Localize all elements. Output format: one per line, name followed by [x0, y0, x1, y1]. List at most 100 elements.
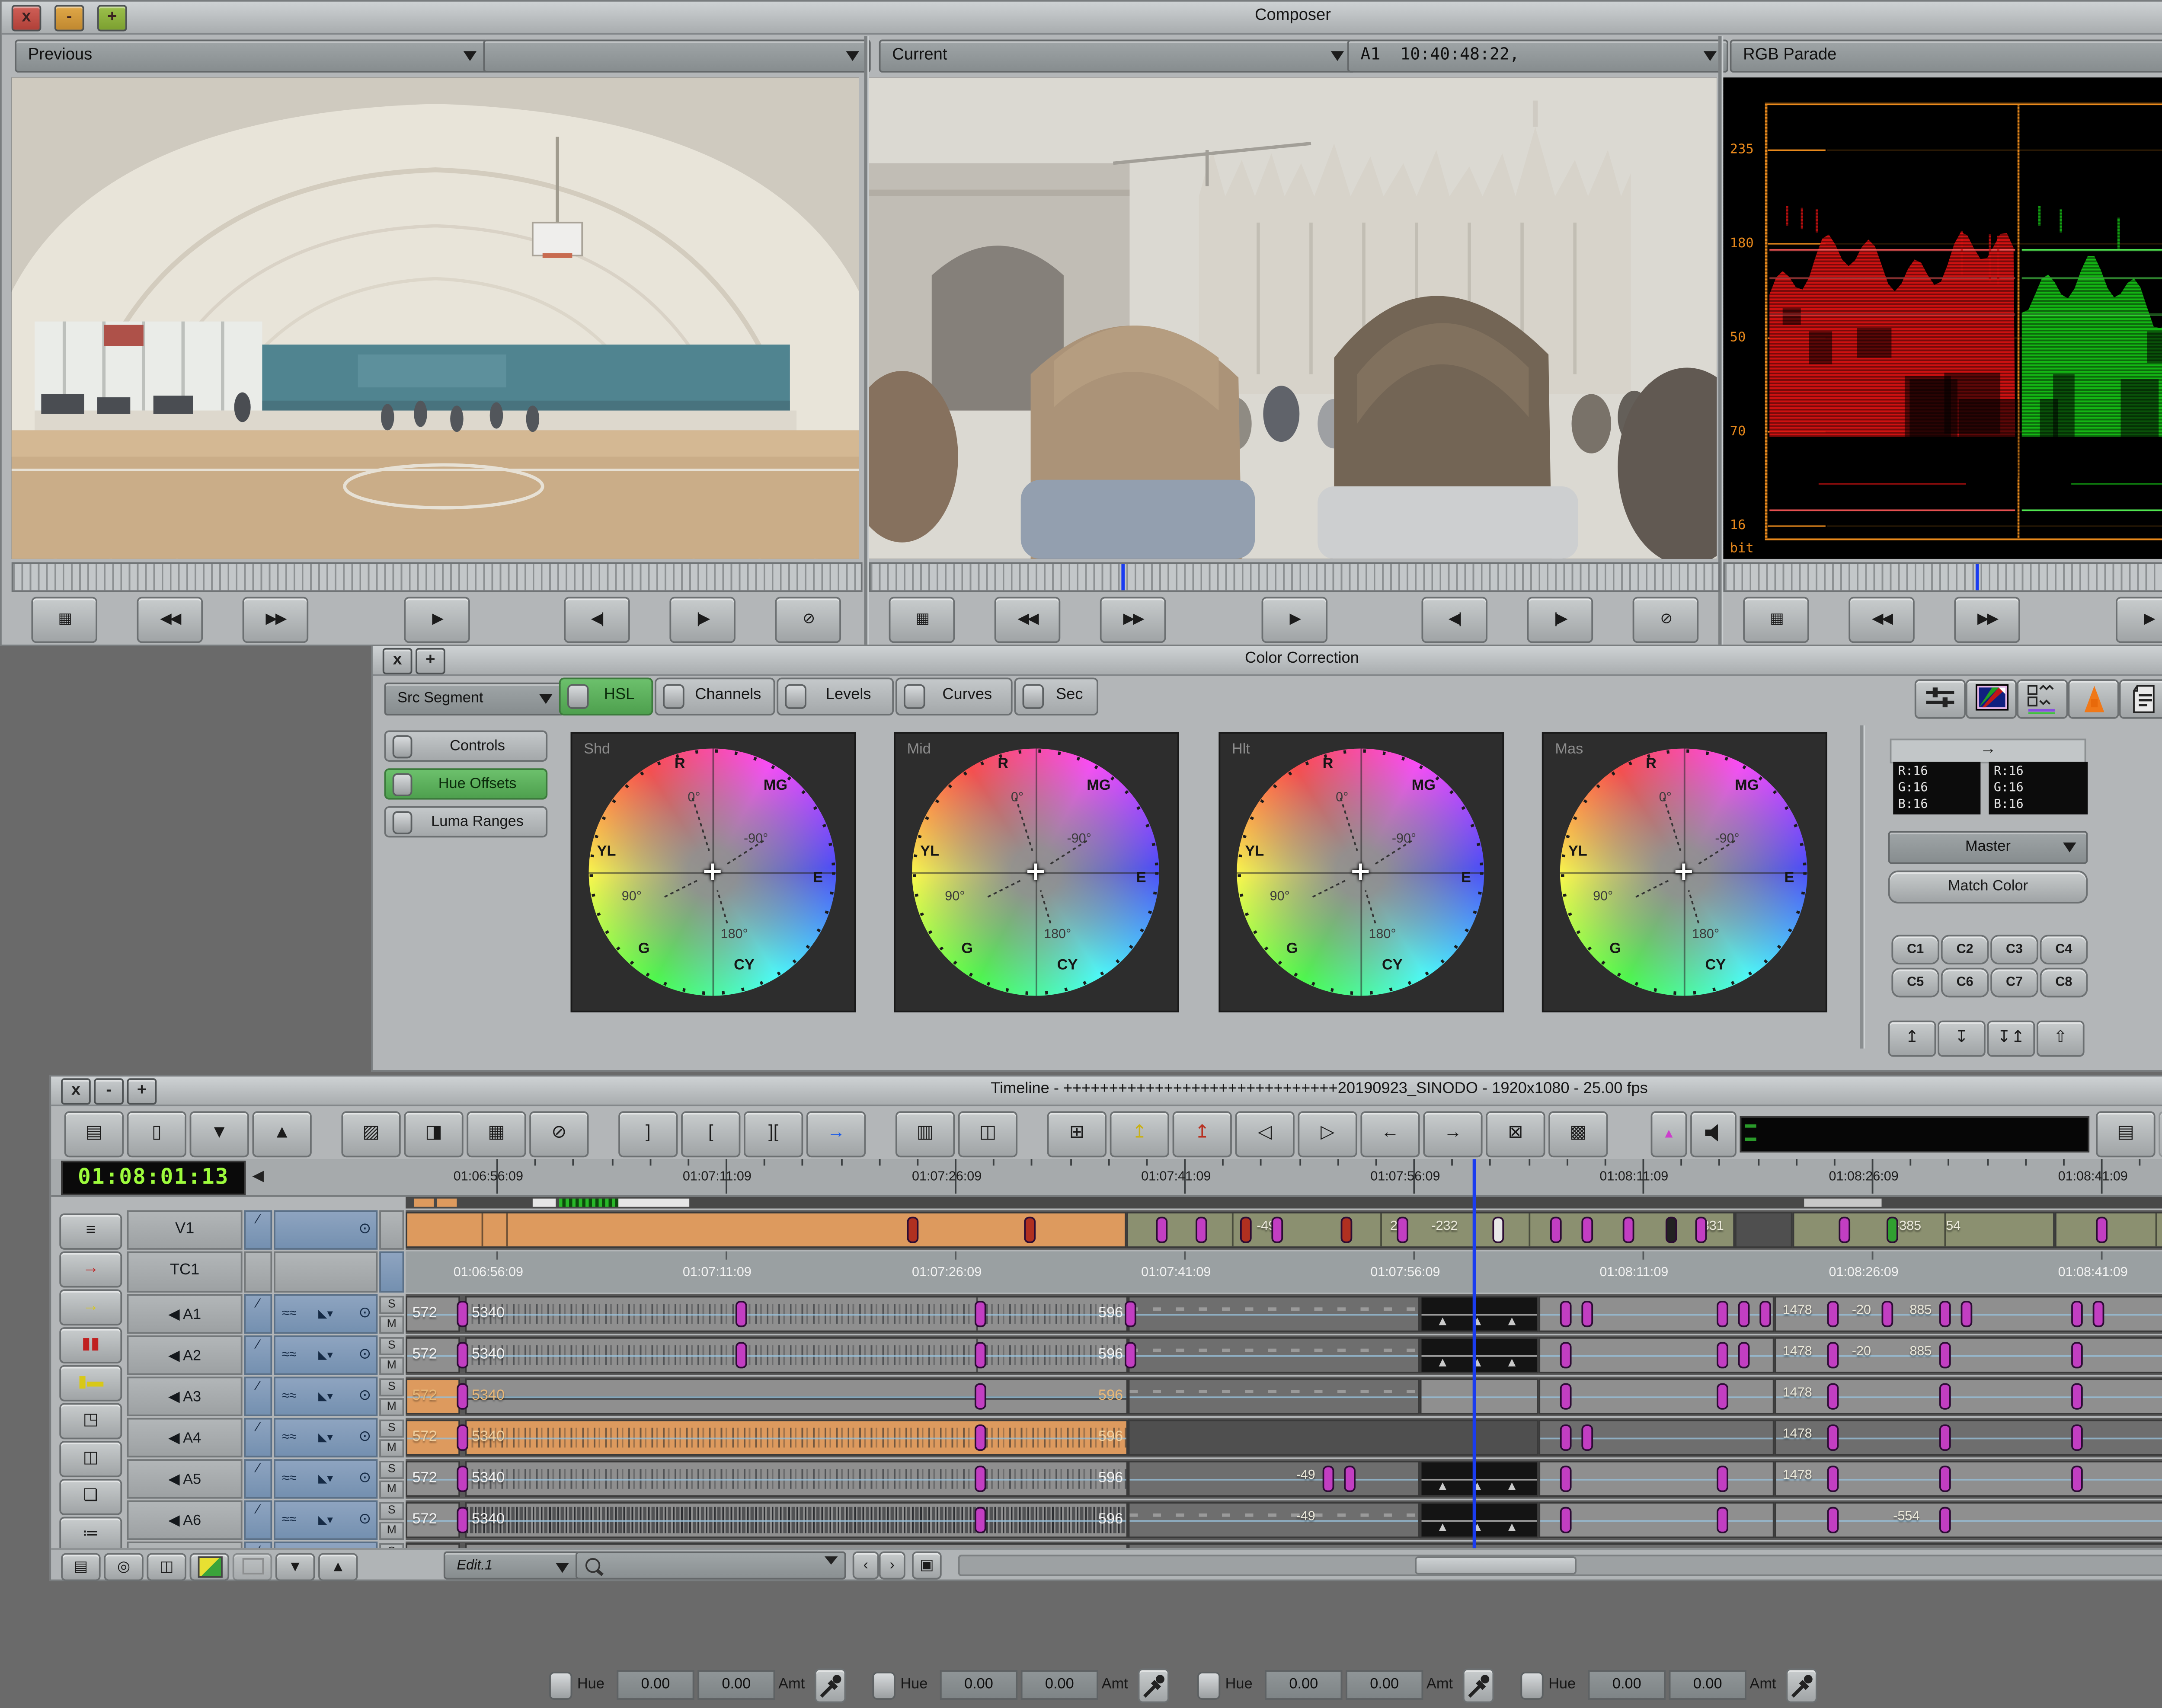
track-label-tc1[interactable]: TC1 [127, 1251, 243, 1293]
track-content-a2[interactable]: 5725340596▲▲▲▲▲▲1478-20885 [406, 1335, 2162, 1375]
clip-marker-icon[interactable] [1581, 1424, 1593, 1451]
clip-segment[interactable]: ▲▲▲ [1420, 1502, 1539, 1538]
clip-segment[interactable]: 5340596 [465, 1502, 1128, 1538]
mute-button[interactable]: M [379, 1522, 404, 1540]
timeline-toolbar-button[interactable]: ] [618, 1111, 678, 1157]
solo-button[interactable]: S [379, 1420, 404, 1438]
timeline-toolbar-button[interactable]: ↥ [1110, 1111, 1169, 1157]
correction-bucket-c3[interactable]: C3 [1990, 935, 2038, 964]
timeline-titlebar[interactable]: x - + Timeline - +++++++++++++++++++++++… [51, 1076, 2162, 1106]
clip-segment[interactable]: 5340596 [465, 1420, 1128, 1456]
clip-marker-icon[interactable] [457, 1424, 468, 1451]
automation-icon[interactable]: ◣▾ [318, 1513, 333, 1527]
record-icon[interactable]: ◎ [104, 1553, 144, 1581]
clip-marker-icon[interactable] [1939, 1424, 1951, 1451]
solo-button[interactable]: S [379, 1296, 404, 1314]
clip-segment[interactable]: ▲▲▲ [1420, 1461, 1539, 1497]
track-content-a1[interactable]: 5725340596▲▲▲▲▲▲1478-20885 [406, 1294, 2162, 1334]
group-button-hue-offsets[interactable]: Hue Offsets [384, 768, 548, 799]
timeline-toolbar-button[interactable]: ◨ [404, 1111, 463, 1157]
timeline-toolbar-button[interactable]: ▯ [127, 1111, 186, 1157]
clip-marker-icon[interactable] [1695, 1217, 1707, 1243]
current-timecode-menu[interactable]: A1 10:40:48:22, [1347, 40, 1728, 73]
track-tools-cell[interactable]: ≈≈◣▾⊙ [274, 1335, 377, 1375]
clip-segment[interactable] [1128, 1337, 1420, 1373]
wheel-center-crosshair[interactable]: + [1350, 855, 1372, 886]
timeline-view-menu[interactable]: Edit.1 [444, 1552, 581, 1580]
clip-marker-icon[interactable] [1939, 1383, 1951, 1410]
timeline-toolbar-button[interactable]: ▨ [341, 1111, 400, 1157]
clip-marker-icon[interactable] [1341, 1217, 1353, 1243]
solo-button[interactable]: S [379, 1461, 404, 1479]
track-pen-cell[interactable]: ∕ [244, 1210, 272, 1250]
clip-segment[interactable] [1128, 1378, 1420, 1414]
solo-button[interactable]: S [379, 1378, 404, 1396]
clip-segment[interactable] [1538, 1502, 1774, 1538]
clip-marker-icon[interactable] [2071, 1465, 2083, 1492]
clip-marker-icon[interactable] [1550, 1217, 1562, 1243]
wheel-center-crosshair[interactable]: + [701, 855, 723, 886]
tab-enable-checkbox[interactable] [663, 684, 684, 709]
timeline-toolbar-button[interactable]: → [806, 1111, 866, 1157]
clip-marker-icon[interactable] [1827, 1301, 1839, 1327]
track-label-a7[interactable]: ◀ A7 [127, 1542, 243, 1548]
clip-marker-icon[interactable] [736, 1342, 747, 1368]
timeline-toolbar-button[interactable]: ▲ [1651, 1111, 1687, 1157]
correction-bucket-c1[interactable]: C1 [1891, 935, 1939, 964]
transport-stop-button[interactable]: ⊘ [1633, 597, 1699, 643]
correction-bucket-c2[interactable]: C2 [1941, 935, 1989, 964]
track-label-a5[interactable]: ◀ A5 [127, 1459, 243, 1499]
transport-rewind-button[interactable]: ◀◀ [1849, 597, 1915, 643]
track-tools-cell[interactable]: ≈≈◣▾⊙ [274, 1459, 377, 1499]
clip-marker-icon[interactable] [975, 1383, 986, 1410]
clip-marker-icon[interactable] [1939, 1465, 1951, 1492]
tab-channels[interactable]: Channels [655, 677, 775, 715]
sidebar-tool-2[interactable]: → [59, 1289, 122, 1325]
clip-marker-icon[interactable] [1717, 1342, 1728, 1368]
clip-marker-icon[interactable] [975, 1465, 986, 1492]
hue-wheel-circle[interactable]: R0°MG-90°E180°CYG90°YL+ [1560, 748, 1807, 996]
clip-marker-icon[interactable] [1887, 1217, 1898, 1243]
correction-notes-icon[interactable] [2119, 679, 2162, 719]
eyedropper-icon[interactable] [1786, 1669, 1817, 1703]
track-tools-cell[interactable] [274, 1251, 377, 1293]
timeline-toolbar-button[interactable]: ▢ [2159, 1111, 2162, 1157]
hue-wheel-circle[interactable]: R0°MG-90°E180°CYG90°YL+ [589, 748, 836, 996]
previous-monitor-menu2[interactable] [483, 40, 870, 73]
clip-marker-icon[interactable] [1882, 1301, 1893, 1327]
scope-position-bar[interactable] [1723, 562, 2162, 592]
track-content-tc1[interactable]: 01:06:56:0901:07:11:0901:07:26:0901:07:4… [406, 1251, 2162, 1293]
waveform-icon[interactable]: ≈≈ [282, 1306, 296, 1321]
previous-monitor-menu[interactable]: Previous [15, 40, 488, 73]
promote-outline-icon[interactable]: ⇧ [2037, 1021, 2085, 1057]
clip-marker-icon[interactable] [1156, 1217, 1167, 1243]
hue-value-field[interactable]: 0.00 [940, 1670, 1017, 1700]
clip-marker-icon[interactable] [1827, 1507, 1839, 1533]
clip-segment[interactable] [2055, 1212, 2162, 1248]
clip-marker-icon[interactable] [1397, 1217, 1408, 1243]
power-icon[interactable]: ⊙ [358, 1510, 371, 1528]
track-pen-cell[interactable]: ∕ [244, 1377, 272, 1417]
timeline-toolbar-button[interactable]: ◫ [958, 1111, 1017, 1157]
transport-step-forward-button[interactable]: |▶ [1527, 597, 1593, 643]
timeline-toolbar-button[interactable]: ↥ [1173, 1111, 1232, 1157]
transport-step-back-button[interactable]: ◀| [564, 597, 630, 643]
track-pen-cell[interactable] [244, 1251, 272, 1293]
color-match-thumb-icon[interactable] [1966, 679, 2017, 719]
clip-marker-icon[interactable] [1344, 1465, 1356, 1492]
demote-down-icon[interactable]: ↧ [1938, 1021, 1986, 1057]
mute-button[interactable]: M [379, 1439, 404, 1457]
sidebar-tool-8[interactable]: ≔ [59, 1517, 122, 1553]
track-pen-cell[interactable]: ∕ [244, 1418, 272, 1458]
clip-marker-icon[interactable] [457, 1507, 468, 1533]
speaker-icon[interactable] [1690, 1111, 1737, 1157]
group-button-controls[interactable]: Controls [384, 731, 548, 762]
clip-marker-icon[interactable] [1581, 1301, 1593, 1327]
sidebar-tool-5[interactable]: ◳ [59, 1403, 122, 1440]
clip-marker-icon[interactable] [975, 1301, 986, 1327]
sidebar-tool-0[interactable]: ≡ [59, 1213, 122, 1250]
timeline-toolbar-button[interactable]: → [1423, 1111, 1482, 1157]
timeline-toolbar-button[interactable]: ▤ [2096, 1111, 2155, 1157]
automation-icon[interactable]: ◣▾ [318, 1390, 333, 1403]
track-pen-cell[interactable]: ∕ [244, 1459, 272, 1499]
